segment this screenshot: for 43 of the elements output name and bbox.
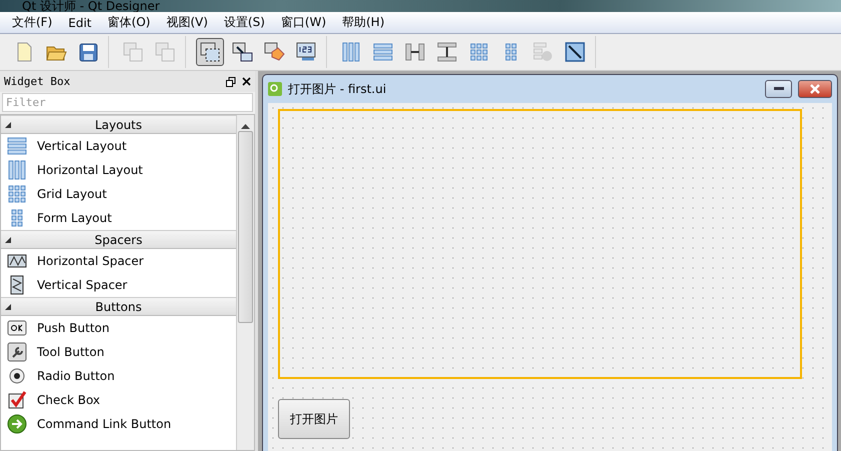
widget-list-item[interactable]: Radio Button [1, 364, 236, 388]
wrench-icon [5, 340, 29, 364]
arrow-into-box-icon [230, 40, 254, 64]
menu-item[interactable]: 设置(S) [216, 14, 273, 31]
scroll-up-arrow-icon[interactable] [241, 123, 250, 129]
widget-list-item[interactable]: Vertical Spacer [1, 273, 236, 297]
minimize-icon [774, 87, 784, 91]
menu-item[interactable]: 窗体(O) [100, 14, 158, 31]
category-header[interactable]: Layouts [1, 115, 236, 134]
form-title: 打开图片 - first.ui [288, 80, 388, 98]
widget-list-item[interactable]: Command Link Button [1, 412, 236, 436]
close-icon[interactable] [242, 77, 251, 86]
menu-item[interactable]: 文件(F) [4, 14, 60, 31]
break-layout-icon [531, 40, 555, 64]
stacked-squares-icon [153, 40, 177, 64]
close-icon [810, 84, 820, 94]
widget-list-item[interactable]: Vertical Layout [1, 134, 236, 158]
close-button[interactable] [798, 80, 832, 98]
vertical-split-icon [435, 40, 459, 64]
float-icon[interactable] [226, 76, 236, 86]
widget-list-item[interactable]: Push Button [1, 316, 236, 340]
widget-list-item[interactable]: Form Layout [1, 206, 236, 230]
category-header[interactable]: Buttons [1, 297, 236, 316]
toolbar-button[interactable] [196, 38, 224, 66]
menu-item[interactable]: 窗口(W) [272, 14, 334, 31]
arrow-circle-icon [5, 412, 29, 436]
widget-list-item[interactable]: Grid Layout [1, 182, 236, 206]
stacked-squares-icon [121, 40, 145, 64]
widget-list-item[interactable]: Horizontal Spacer [1, 249, 236, 273]
widget-select-icon [198, 40, 222, 64]
menu-item[interactable]: 帮助(H) [334, 14, 393, 31]
menu-item[interactable]: Edit [60, 16, 100, 30]
widget-list-item[interactable]: Horizontal Layout [1, 158, 236, 182]
scrollbar[interactable] [236, 115, 254, 450]
widget-list-item[interactable]: Tool Button [1, 340, 236, 364]
filter-field[interactable]: Filter [2, 93, 253, 112]
menu-item[interactable]: 视图(V) [158, 14, 216, 31]
widget-list-item[interactable]: Check Box [1, 388, 236, 412]
push-button[interactable]: 打开图片 [278, 399, 350, 439]
panel-title: Widget Box [4, 75, 70, 88]
minimize-button[interactable] [765, 80, 792, 98]
qt-logo-icon [268, 82, 282, 96]
category-header[interactable]: Spacers [1, 230, 236, 249]
